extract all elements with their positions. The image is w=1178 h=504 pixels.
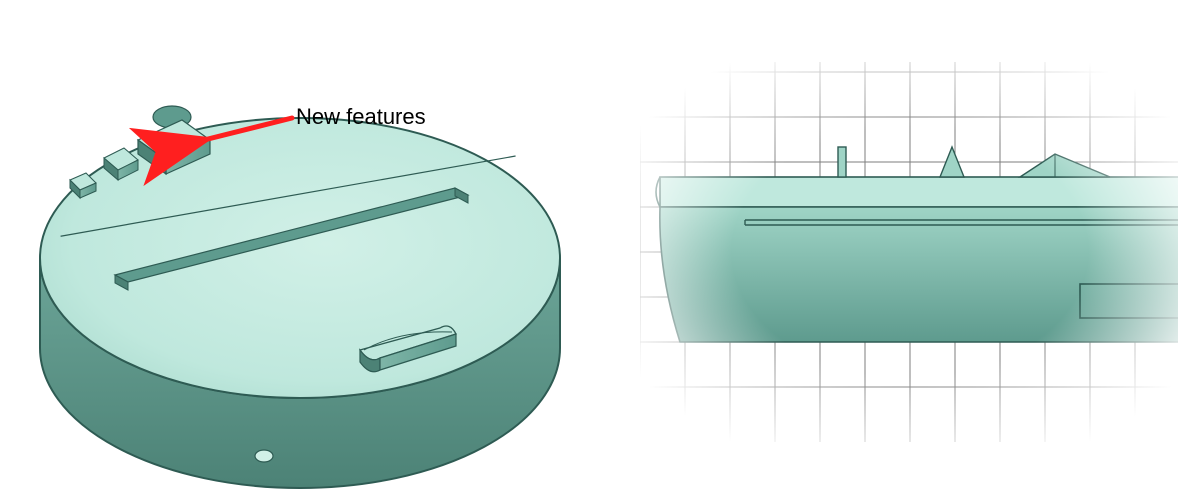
- figure-root: New features: [0, 0, 1178, 504]
- annotation-label: New features: [296, 104, 426, 130]
- front-view: [640, 62, 1178, 442]
- iso-view: [0, 0, 620, 504]
- vignette: [640, 62, 1178, 442]
- side-hole: [255, 450, 273, 462]
